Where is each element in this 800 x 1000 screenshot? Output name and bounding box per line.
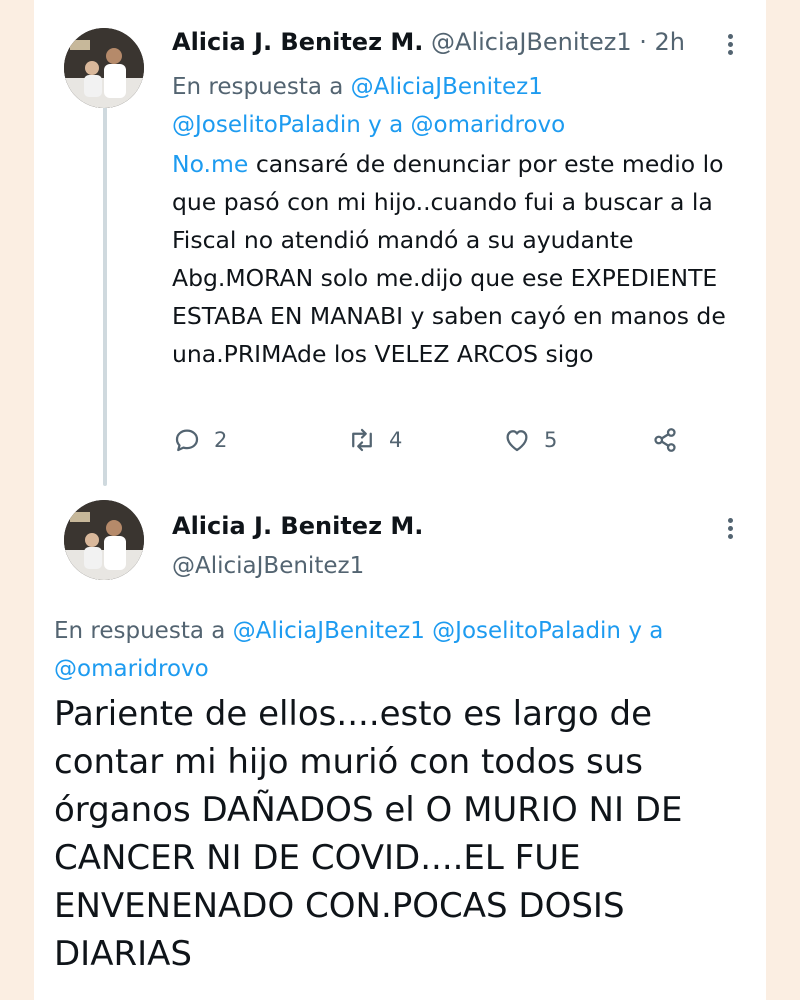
more-icon[interactable] <box>724 32 736 62</box>
author-handle[interactable]: @AliciaJBenitez1 <box>431 28 632 56</box>
body-text: cansaré de denunciar por este medio lo q… <box>172 150 726 368</box>
author-avatar[interactable] <box>64 500 144 580</box>
more-icon[interactable] <box>724 516 736 546</box>
like-button[interactable]: 5 <box>502 420 557 460</box>
mention-link[interactable]: @JoselitoPaladin <box>172 112 361 138</box>
reply-joiner: y a <box>368 112 404 138</box>
reply-button[interactable]: 2 <box>172 420 227 460</box>
body-link[interactable]: No.me <box>172 150 248 178</box>
thread-connector-line <box>103 106 107 486</box>
tweet-actions: 2 4 5 <box>172 420 692 460</box>
retweet-icon <box>352 428 372 452</box>
avatar-photo <box>64 28 144 108</box>
reply-context: En respuesta a @AliciaJBenitez1 @Joselit… <box>54 612 754 688</box>
tweet-text: No.me cansaré de denunciar por este medi… <box>172 145 762 373</box>
tweet-header: Alicia J. Benitez M. @AliciaJBenitez1 · … <box>172 28 685 56</box>
tweet-thread: Alicia J. Benitez M. @AliciaJBenitez1 · … <box>34 0 766 1000</box>
right-margin <box>766 0 800 1000</box>
mention-link[interactable]: @AliciaJBenitez1 <box>233 618 425 644</box>
reply-prefix: En respuesta a <box>172 74 344 100</box>
reply-prefix: En respuesta a <box>54 618 226 644</box>
author-name[interactable]: Alicia J. Benitez M. <box>172 512 423 540</box>
retweet-button[interactable]: 4 <box>347 420 402 460</box>
share-icon <box>654 428 676 452</box>
share-button[interactable] <box>650 420 692 460</box>
author-name[interactable]: Alicia J. Benitez M. <box>172 28 423 56</box>
left-margin <box>0 0 34 1000</box>
tweet-time[interactable]: · 2h <box>639 28 685 56</box>
reply-count: 2 <box>214 428 228 452</box>
author-handle[interactable]: @AliciaJBenitez1 <box>172 553 364 579</box>
reply-icon <box>175 429 199 452</box>
avatar-photo <box>64 500 144 580</box>
mention-link[interactable]: @JoselitoPaladin <box>432 618 621 644</box>
reply-context: En respuesta a @AliciaJBenitez1 @Joselit… <box>172 68 752 144</box>
heart-icon <box>506 430 528 452</box>
mention-link[interactable]: @AliciaJBenitez1 <box>351 74 543 100</box>
tweet-text: Pariente de ellos....esto es largo de co… <box>54 694 683 974</box>
mention-link[interactable]: @omaridrovo <box>411 112 566 138</box>
reply-joiner: y a <box>628 618 664 644</box>
author-avatar[interactable] <box>64 28 144 108</box>
mention-link[interactable]: @omaridrovo <box>54 656 209 682</box>
retweet-count: 4 <box>389 428 403 452</box>
like-count: 5 <box>544 428 558 452</box>
